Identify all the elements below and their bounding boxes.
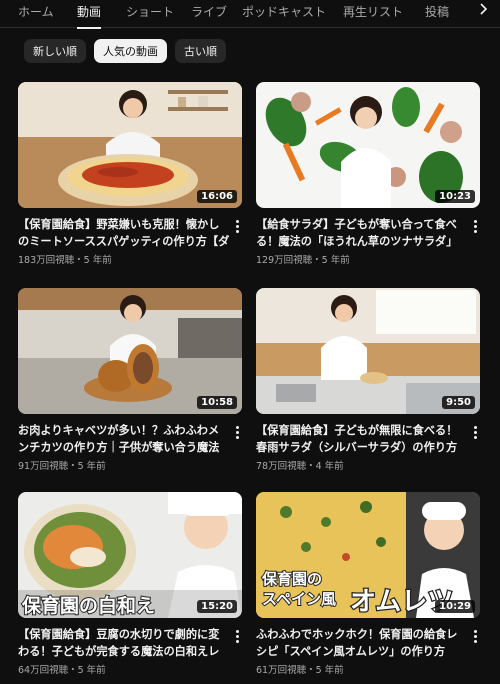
- tab-videos[interactable]: 動画: [77, 0, 102, 29]
- video-card[interactable]: 16:06 【保育園給食】野菜嫌いも克服！懐かしのミートソーススパゲッティの作り…: [18, 82, 242, 268]
- more-vert-icon[interactable]: [232, 218, 242, 234]
- video-card[interactable]: 9:50 【保育園給食】子どもが無限に食べる！春雨サラダ（シルバーサラダ）の作り…: [256, 288, 480, 474]
- video-meta: 64万回視聴・5 年前: [18, 665, 106, 676]
- channel-tabs: ホーム 動画 ショート ライブ ポッドキャスト 再生リスト 投稿: [0, 0, 500, 29]
- sort-chips: 新しい順 人気の動画 古い順: [24, 39, 226, 63]
- tab-live[interactable]: ライブ: [191, 0, 227, 28]
- more-vert-icon[interactable]: [232, 424, 242, 440]
- chevron-right-icon[interactable]: [478, 2, 488, 20]
- video-duration: 10:23: [435, 190, 475, 203]
- video-title[interactable]: お肉よりキャベツが多い！？ふわふわメンチカツの作り方｜子供が奪い合う魔法のレシピ: [18, 422, 230, 456]
- tab-podcasts[interactable]: ポッドキャスト: [242, 0, 326, 28]
- video-duration: 15:20: [197, 600, 237, 613]
- more-vert-icon[interactable]: [470, 628, 480, 644]
- more-vert-icon[interactable]: [232, 628, 242, 644]
- tab-playlists[interactable]: 再生リスト: [343, 0, 403, 28]
- video-title[interactable]: 【保育園給食】豆腐の水切りで劇的に変わる！子どもが完食する魔法の白和えレシピ…: [18, 626, 230, 660]
- tab-posts[interactable]: 投稿: [425, 0, 449, 28]
- video-meta: 78万回視聴・4 年前: [256, 461, 344, 472]
- video-card[interactable]: 10:23 【給食サラダ】子どもが奪い合って食べる！魔法の「ほうれん草のツナサラ…: [256, 82, 480, 268]
- video-duration: 10:29: [435, 600, 475, 613]
- video-card[interactable]: 10:58 お肉よりキャベツが多い！？ふわふわメンチカツの作り方｜子供が奪い合う…: [18, 288, 242, 474]
- thumbnail-caption: 保育園の白和え: [21, 594, 155, 617]
- video-thumbnail[interactable]: 保育園の白和え 15:20: [18, 492, 242, 618]
- video-meta: 129万回視聴・5 年前: [256, 255, 350, 266]
- thumbnail-caption-line1: 保育園の: [261, 570, 322, 588]
- tab-home[interactable]: ホーム: [18, 0, 54, 28]
- chip-oldest[interactable]: 古い順: [175, 39, 226, 63]
- video-title[interactable]: ふわふわでホックホク！保育園の給食レシピ「スペイン風オムレツ」の作り方: [256, 626, 468, 660]
- chip-popular[interactable]: 人気の動画: [94, 39, 167, 63]
- video-meta: 91万回視聴・5 年前: [18, 461, 106, 472]
- video-meta: 61万回視聴・5 年前: [256, 665, 344, 676]
- tab-shorts[interactable]: ショート: [126, 0, 174, 28]
- video-thumbnail[interactable]: 10:58: [18, 288, 242, 414]
- video-duration: 16:06: [197, 190, 237, 203]
- video-card[interactable]: 保育園の スペイン風 オムレツ 10:29 ふわふわでホックホク！保育園の給食レ…: [256, 492, 480, 678]
- more-vert-icon[interactable]: [470, 218, 480, 234]
- video-title[interactable]: 【給食サラダ】子どもが奪い合って食べる！魔法の「ほうれん草のツナサラダ」【保育…: [256, 216, 468, 250]
- video-title[interactable]: 【保育園給食】野菜嫌いも克服！懐かしのミートソーススパゲッティの作り方【ダイソ…: [18, 216, 230, 250]
- more-vert-icon[interactable]: [470, 424, 480, 440]
- video-thumbnail[interactable]: 9:50: [256, 288, 480, 414]
- chip-newest[interactable]: 新しい順: [24, 39, 86, 63]
- video-title[interactable]: 【保育園給食】子どもが無限に食べる！春雨サラダ（シルバーサラダ）の作り方【管理…: [256, 422, 468, 456]
- video-thumbnail[interactable]: 16:06: [18, 82, 242, 208]
- video-thumbnail[interactable]: 保育園の スペイン風 オムレツ 10:29: [256, 492, 480, 618]
- thumbnail-caption-line2: スペイン風: [262, 590, 336, 608]
- video-thumbnail[interactable]: 10:23: [256, 82, 480, 208]
- video-duration: 9:50: [442, 396, 475, 409]
- video-card[interactable]: 保育園の白和え 15:20 【保育園給食】豆腐の水切りで劇的に変わる！子どもが完…: [18, 492, 242, 678]
- video-duration: 10:58: [197, 396, 237, 409]
- video-meta: 183万回視聴・5 年前: [18, 255, 112, 266]
